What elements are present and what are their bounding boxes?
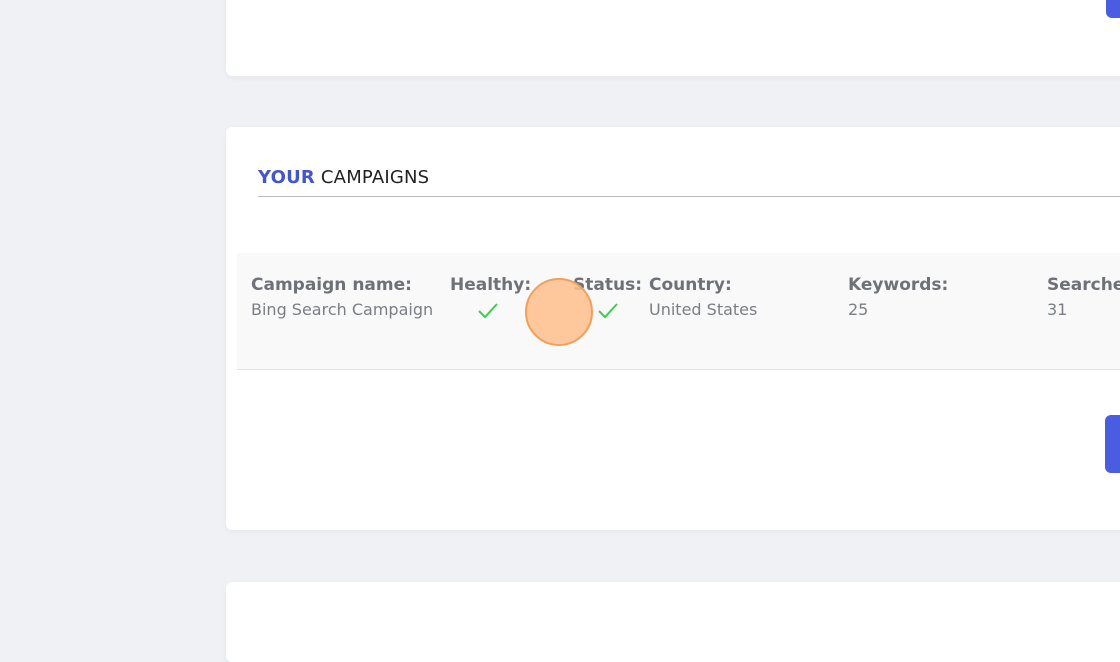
searches-value: 31 (1047, 300, 1068, 319)
country-value: United States (649, 300, 758, 319)
campaign-name-value: Bing Search Campaign (251, 300, 434, 319)
section-title-accent: YOUR (258, 167, 315, 188)
bottom-card (226, 582, 1120, 662)
healthy-column: Healthy: (450, 275, 531, 321)
section-title-rest: CAMPAIGNS (320, 167, 430, 188)
section-divider (258, 196, 1120, 197)
campaigns-card: YOUR CAMPAIGNS Campaign name: Bing Searc… (226, 127, 1120, 530)
searches-column: Searches: 31 (1047, 275, 1120, 319)
section-title: YOUR CAMPAIGNS (258, 167, 429, 188)
keywords-value: 25 (848, 300, 869, 319)
country-label: Country: (649, 275, 732, 295)
keywords-label: Keywords: (848, 275, 949, 295)
check-icon (478, 303, 498, 319)
top-card-action-button[interactable] (1106, 0, 1120, 18)
keywords-column: Keywords: 25 (848, 275, 948, 319)
campaign-row[interactable]: Campaign name: Bing Search Campaign Heal… (237, 253, 1120, 370)
top-card (226, 0, 1120, 76)
campaign-name-column: Campaign name: Bing Search Campaign (251, 275, 433, 319)
country-column: Country: United States (649, 275, 757, 319)
campaign-action-button[interactable] (1105, 415, 1120, 473)
check-icon (598, 303, 618, 319)
click-indicator (525, 278, 593, 346)
searches-label: Searches: (1047, 275, 1120, 295)
campaign-name-label: Campaign name: (251, 275, 412, 295)
healthy-label: Healthy: (450, 275, 532, 295)
